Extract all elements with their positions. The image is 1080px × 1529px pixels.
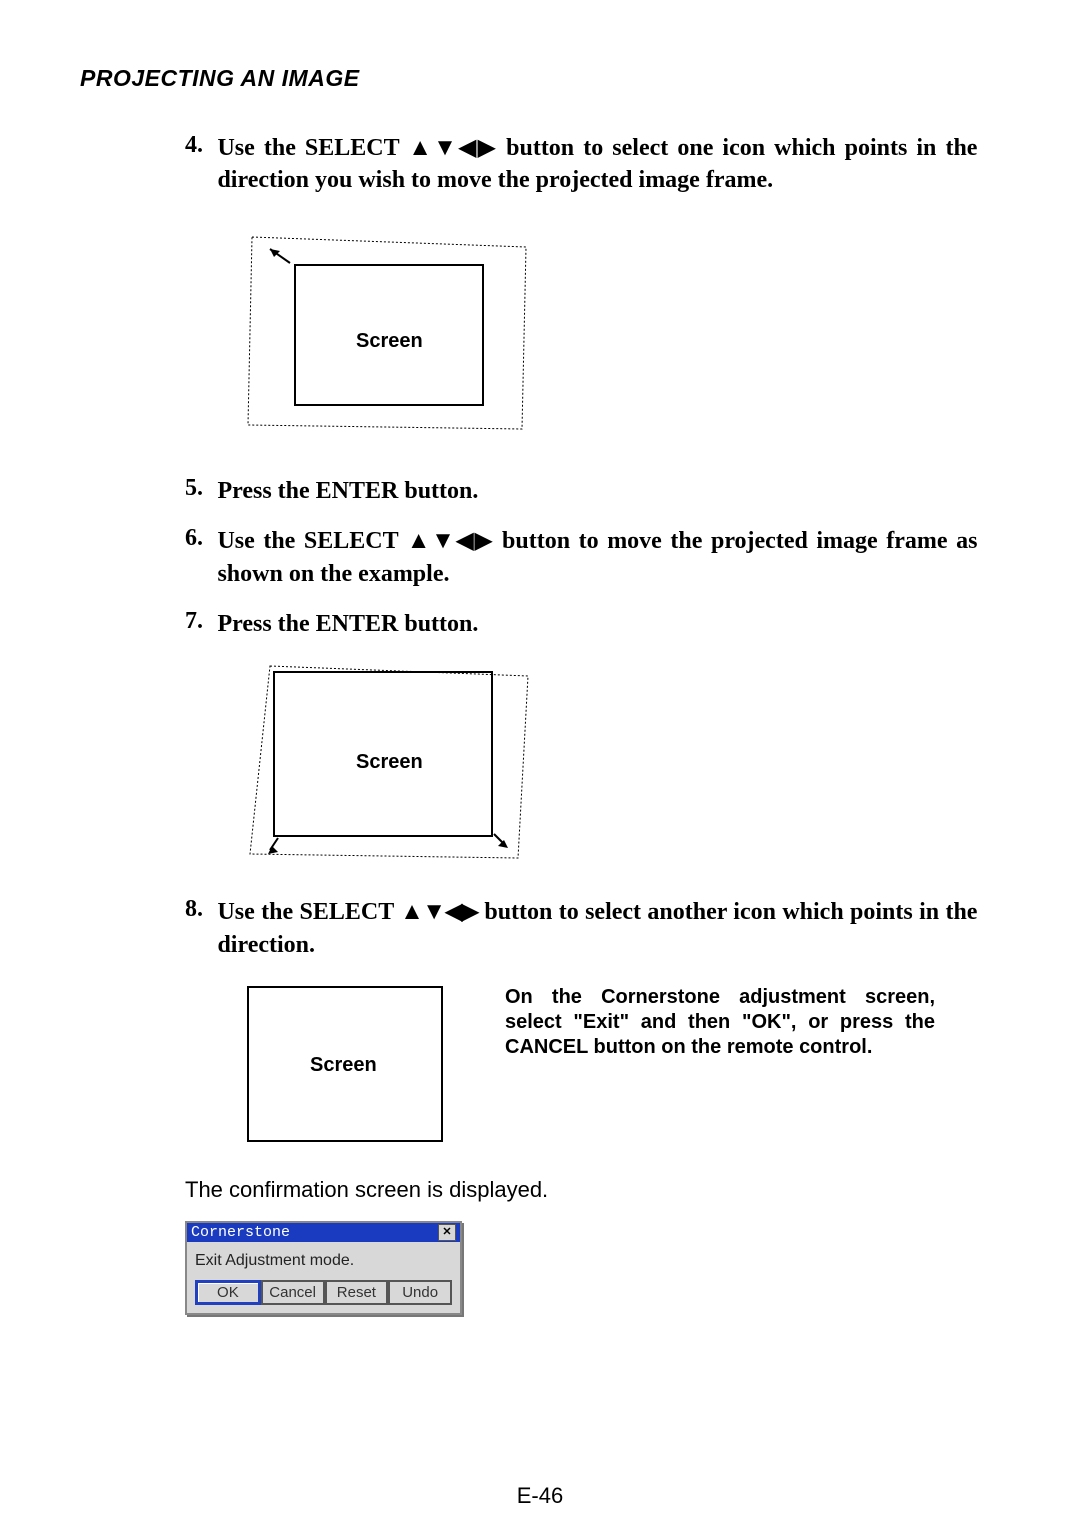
ok-button[interactable]: OK — [195, 1280, 261, 1305]
page-number: E-46 — [0, 1483, 1080, 1509]
step-7: 7. Press the ENTER button. — [185, 608, 1000, 640]
cornerstone-diagram-3: Screen — [240, 979, 450, 1147]
step-4: 4. Use the SELECT ▲▼◀▶ button to select … — [185, 132, 1000, 197]
screen-label: Screen — [310, 1054, 390, 1077]
step-text: Use the SELECT ▲▼◀▶ button to select ano… — [217, 896, 977, 961]
arrow-icons: ▲▼◀▶ — [407, 527, 494, 554]
undo-button[interactable]: Undo — [388, 1280, 452, 1305]
step-6: 6. Use the SELECT ▲▼◀▶ button to move th… — [185, 525, 1000, 590]
screen-label: Screen — [356, 330, 436, 353]
confirmation-text: The confirmation screen is displayed. — [185, 1177, 1000, 1203]
step-text: Use the SELECT ▲▼◀▶ button to move the p… — [217, 525, 977, 590]
step-list: 4. Use the SELECT ▲▼◀▶ button to select … — [80, 132, 1000, 1315]
arrow-icons: ▲▼◀▶ — [400, 898, 478, 925]
dialog-body-text: Exit Adjustment mode. — [187, 1242, 460, 1276]
step-8: 8. Use the SELECT ▲▼◀▶ button to select … — [185, 896, 1000, 961]
step-text-pre: Use the SELECT — [217, 135, 408, 161]
close-icon[interactable]: ✕ — [438, 1224, 456, 1241]
step-text-pre: Use the SELECT — [217, 899, 400, 925]
step-text: Press the ENTER button. — [217, 475, 977, 507]
step-5: 5. Press the ENTER button. — [185, 475, 1000, 507]
reset-button[interactable]: Reset — [325, 1280, 389, 1305]
step-number: 8. — [185, 896, 213, 923]
step-number: 4. — [185, 132, 213, 159]
step-text-pre: Use the SELECT — [217, 528, 406, 554]
step-text: Press the ENTER button. — [217, 608, 977, 640]
arrow-icons: ▲▼◀▶ — [408, 134, 497, 161]
cornerstone-diagram-1: ​ Screen — [240, 227, 1000, 475]
cancel-button[interactable]: Cancel — [261, 1280, 325, 1305]
dialog-button-row: OK Cancel Reset Undo — [187, 1276, 460, 1313]
step-number: 5. — [185, 475, 213, 502]
section-header: PROJECTING AN IMAGE — [80, 65, 1000, 92]
manual-page: PROJECTING AN IMAGE 4. Use the SELECT ▲▼… — [0, 0, 1080, 1529]
step-number: 7. — [185, 608, 213, 635]
screen-label: Screen — [356, 751, 436, 774]
cornerstone-diagram-2: Screen — [240, 658, 1000, 896]
dialog-titlebar: Cornerstone ✕ — [187, 1223, 460, 1242]
adjustment-note: On the Cornerstone adjustment screen, se… — [505, 979, 935, 1060]
dialog-title: Cornerstone — [191, 1224, 438, 1241]
step-number: 6. — [185, 525, 213, 552]
diagram-note-row: Screen On the Cornerstone adjustment scr… — [240, 979, 1000, 1147]
step-text: Use the SELECT ▲▼◀▶ button to select one… — [217, 132, 977, 197]
cornerstone-dialog: Cornerstone ✕ Exit Adjustment mode. OK C… — [185, 1221, 462, 1315]
